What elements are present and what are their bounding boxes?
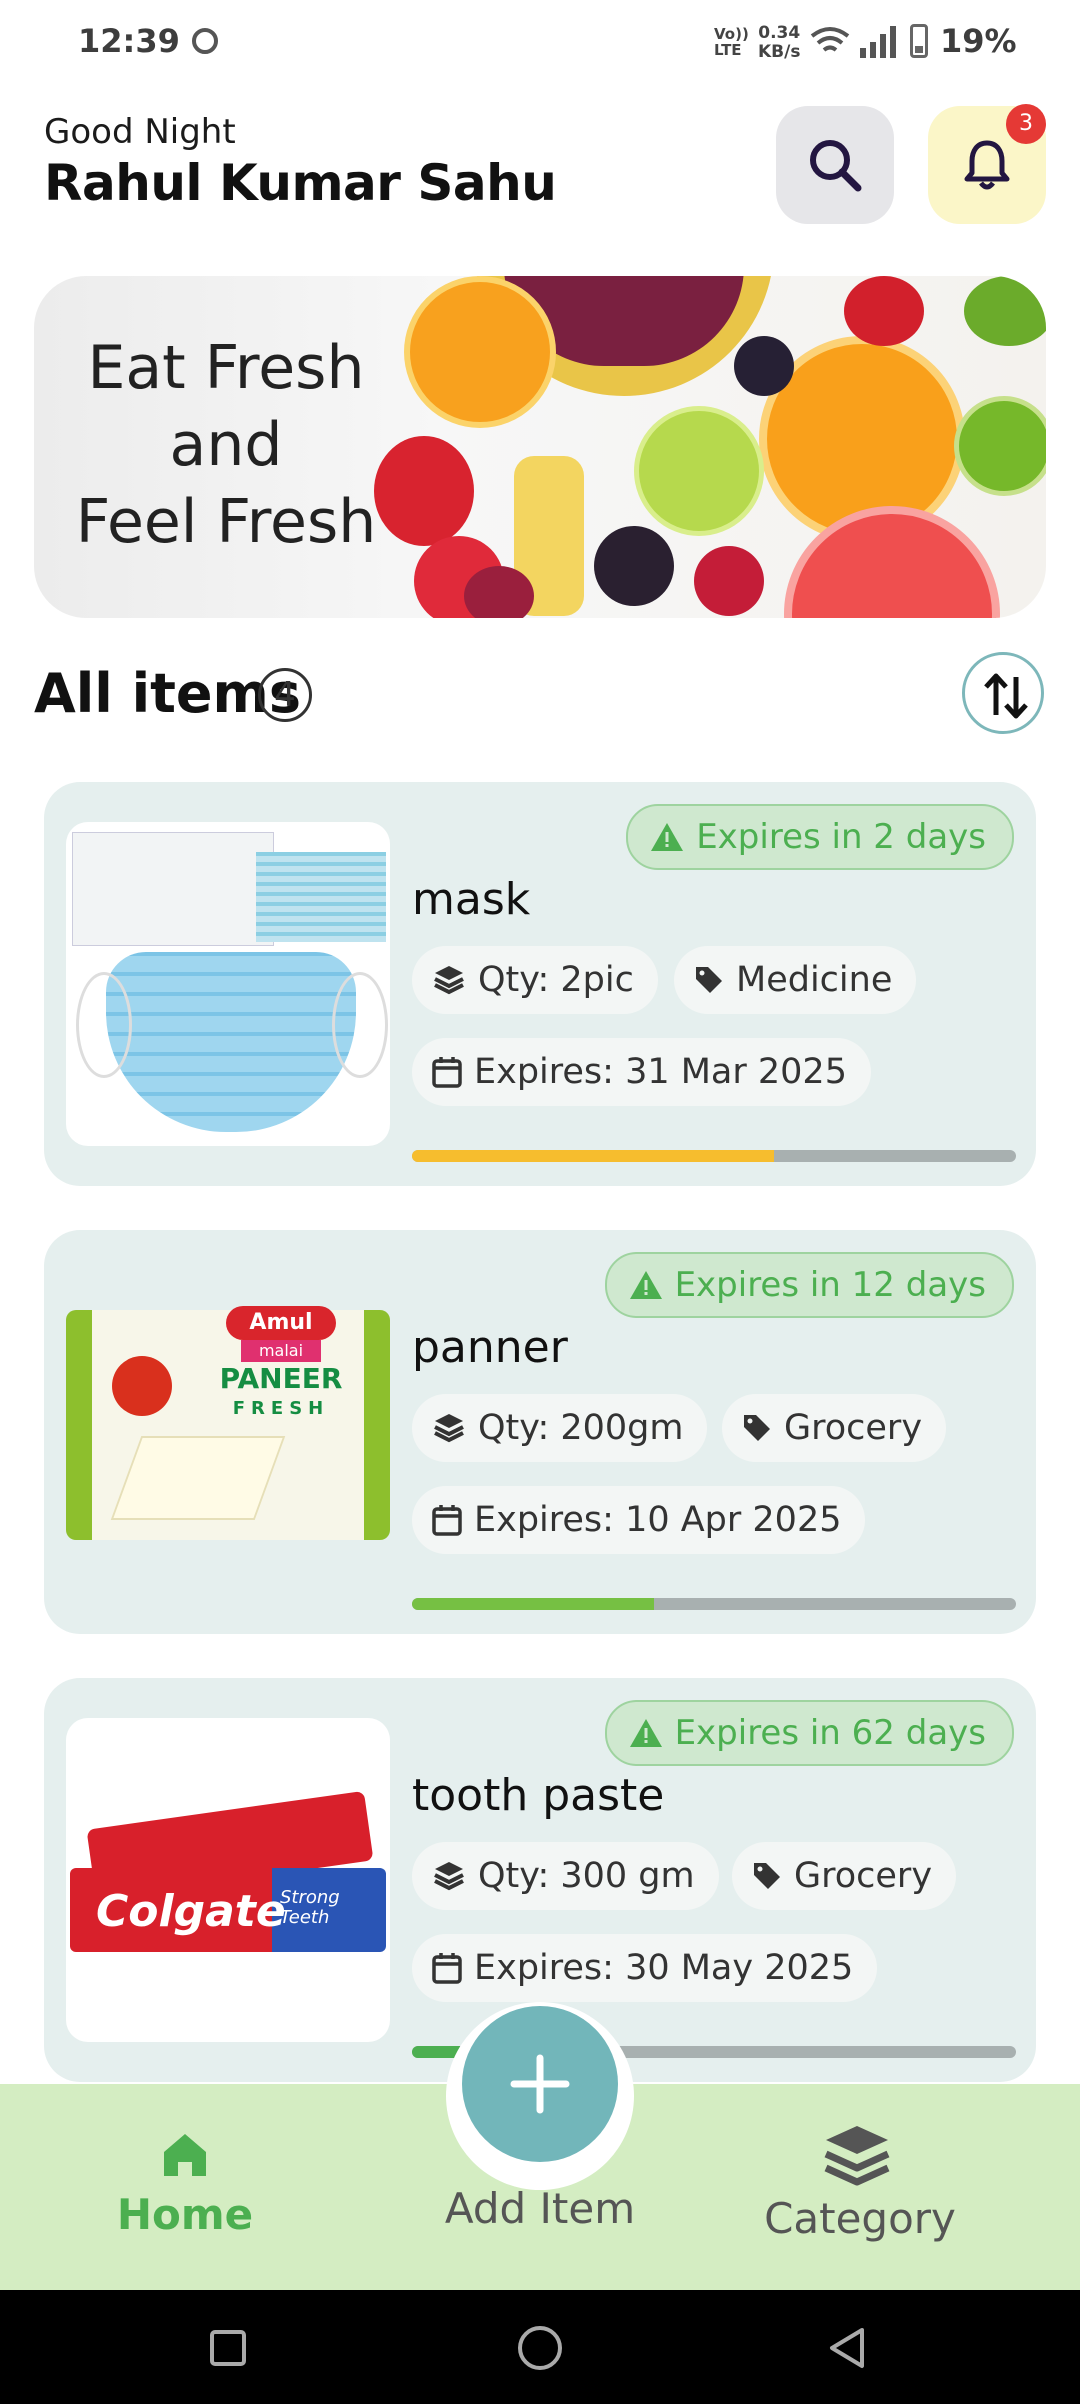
expiry-progress-fill xyxy=(412,1598,654,1610)
expiry-date-text: Expires: 10 Apr 2025 xyxy=(474,1500,842,1540)
battery-percent: 19% xyxy=(940,22,1017,60)
banner-line-3: Feel Fresh xyxy=(75,487,377,557)
qty-pill: Qty: 2pic xyxy=(412,946,658,1014)
calendar-icon xyxy=(432,1505,462,1536)
item-card[interactable]: Amul malai PANEER FRESH Expires in 12 da… xyxy=(44,1230,1036,1634)
thumb-brand-text: Amul xyxy=(226,1306,336,1340)
expiry-date-text: Expires: 31 Mar 2025 xyxy=(474,1052,847,1092)
tag-icon xyxy=(744,1415,770,1441)
tag-icon xyxy=(696,967,722,993)
expires-in-text: Expires in 62 days xyxy=(674,1713,986,1753)
wifi-icon xyxy=(810,27,850,52)
item-card[interactable]: Expires in 2 days mask Qty: 2pic Medicin… xyxy=(44,782,1036,1186)
add-item-fab[interactable] xyxy=(462,2006,618,2162)
qty-text: Qty: 200gm xyxy=(478,1408,684,1448)
layers-icon xyxy=(434,1862,464,1891)
warning-icon xyxy=(651,823,684,851)
promo-banner[interactable]: Eat Fresh and Feel Fresh xyxy=(34,276,1046,618)
expiry-date-pill: Expires: 10 Apr 2025 xyxy=(412,1486,866,1554)
item-name: tooth paste xyxy=(412,1770,665,1821)
category-pill: Grocery xyxy=(732,1842,957,1910)
nav-category-label: Category xyxy=(764,2194,956,2243)
calendar-icon xyxy=(432,1953,462,1984)
home-system-button[interactable] xyxy=(518,2326,562,2370)
sort-button[interactable] xyxy=(962,652,1044,734)
item-image-mask xyxy=(66,822,390,1146)
category-pill: Grocery xyxy=(722,1394,947,1462)
back-button[interactable] xyxy=(826,2326,870,2370)
expiry-status-chip: Expires in 62 days xyxy=(604,1700,1014,1766)
search-icon xyxy=(810,140,862,192)
nav-home-label: Home xyxy=(116,2190,254,2239)
user-name: Rahul Kumar Sahu xyxy=(44,154,557,212)
category-text: Grocery xyxy=(784,1408,923,1448)
expiry-date-pill: Expires: 30 May 2025 xyxy=(412,1934,878,2002)
qty-pill: Qty: 200gm xyxy=(412,1394,708,1462)
category-pill: Medicine xyxy=(674,946,917,1014)
qty-text: Qty: 300 gm xyxy=(478,1856,695,1896)
search-button[interactable] xyxy=(776,106,894,224)
item-image-toothpaste: Colgate Strong Teeth xyxy=(66,1718,390,2042)
expiry-progress-bar xyxy=(412,1150,1016,1162)
thumb-tag-text: Strong Teeth xyxy=(280,1887,340,1928)
expiry-status-chip: Expires in 2 days xyxy=(626,804,1014,870)
tag-icon xyxy=(754,1863,780,1889)
sort-arrows-icon xyxy=(984,673,1028,719)
item-image-paneer: Amul malai PANEER FRESH xyxy=(66,1270,390,1594)
status-time: 12:39 xyxy=(78,22,180,60)
layers-icon xyxy=(824,2126,890,2186)
warning-icon xyxy=(629,1719,662,1747)
network-top: Vo)) xyxy=(714,25,749,43)
battery-icon xyxy=(910,24,928,58)
network-type-icon: Vo)) LTE xyxy=(714,26,749,58)
items-count-badge: 4 xyxy=(258,668,312,722)
thumb-title-text: PANEER xyxy=(219,1362,343,1395)
expires-in-text: Expires in 12 days xyxy=(674,1265,986,1305)
speed-unit: KB/s xyxy=(758,42,801,62)
signal-icon xyxy=(860,26,896,58)
banner-line-1: Eat Fresh xyxy=(87,333,365,403)
thumb-sub-text: malai xyxy=(241,1340,321,1362)
layers-icon xyxy=(434,966,464,995)
network-bottom: LTE xyxy=(714,41,742,59)
banner-text: Eat Fresh and Feel Fresh xyxy=(34,330,418,561)
expiry-progress-fill xyxy=(412,2046,461,2058)
expiry-date-text: Expires: 30 May 2025 xyxy=(474,1948,854,1988)
plus-icon xyxy=(510,2054,570,2114)
notification-badge: 3 xyxy=(1006,104,1046,144)
calendar-icon xyxy=(432,1057,462,1088)
expiry-progress-fill xyxy=(412,1150,775,1162)
home-icon xyxy=(164,2134,206,2176)
category-text: Grocery xyxy=(794,1856,933,1896)
expiry-status-chip: Expires in 12 days xyxy=(604,1252,1014,1318)
status-bar: 12:39 Vo)) LTE 0.34 KB/s 19% xyxy=(0,0,1080,90)
expires-in-text: Expires in 2 days xyxy=(696,817,986,857)
bell-icon xyxy=(964,140,1010,190)
recents-button[interactable] xyxy=(210,2330,246,2366)
category-text: Medicine xyxy=(736,960,893,1000)
item-name: panner xyxy=(412,1322,568,1373)
thumb-fresh-text: FRESH xyxy=(232,1398,330,1419)
banner-line-2: and xyxy=(169,410,283,480)
expiry-progress-bar xyxy=(412,1598,1016,1610)
app-notification-icon xyxy=(192,28,218,54)
layers-icon xyxy=(434,1414,464,1443)
expiry-date-pill: Expires: 31 Mar 2025 xyxy=(412,1038,871,1106)
speed-value: 0.34 xyxy=(758,23,801,43)
network-speed: 0.34 KB/s xyxy=(758,24,800,62)
qty-text: Qty: 2pic xyxy=(478,960,634,1000)
greeting-text: Good Night xyxy=(44,112,236,152)
warning-icon xyxy=(629,1271,662,1299)
thumb-brand-text: Colgate xyxy=(96,1886,286,1937)
nav-add-item-label[interactable]: Add Item xyxy=(360,2184,720,2233)
qty-pill: Qty: 300 gm xyxy=(412,1842,719,1910)
item-name: mask xyxy=(412,874,531,925)
